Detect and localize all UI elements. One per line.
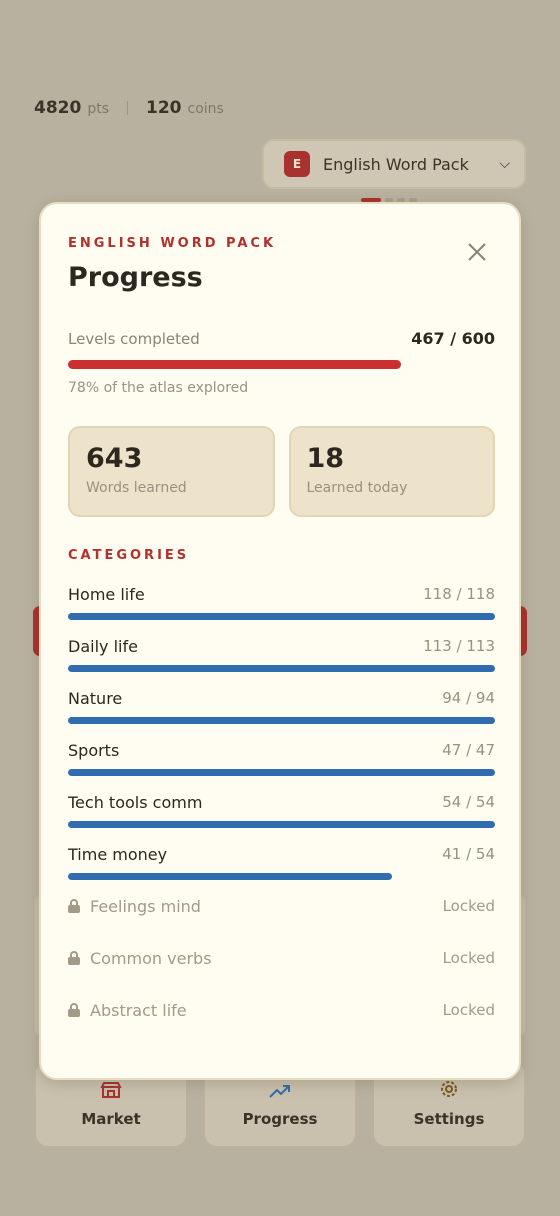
- nav-progress-label: Progress: [242, 1110, 318, 1128]
- stat-cards: 643 Words learned 18 Learned today: [68, 426, 495, 517]
- category-name: Common verbs: [90, 948, 212, 968]
- category-progress-bar: [68, 821, 495, 828]
- points-value: 4820: [34, 98, 82, 118]
- chevron-down-icon: ⌵: [499, 156, 510, 172]
- levels-completed-label: Levels completed: [68, 329, 200, 348]
- stats-divider: [127, 101, 128, 115]
- levels-completed-row: Levels completed 467 / 600: [68, 329, 495, 348]
- nav-market-label: Market: [81, 1110, 141, 1128]
- overall-progress-bar: [68, 360, 495, 369]
- close-button[interactable]: [461, 236, 493, 268]
- lock-icon: [68, 1002, 80, 1017]
- category-progress-bar: [68, 665, 495, 672]
- words-learned-value: 643: [86, 443, 143, 474]
- category-item[interactable]: Tech tools comm 54 / 54: [68, 790, 495, 842]
- category-progress-fill: [68, 717, 495, 724]
- category-count: 54 / 54: [442, 793, 495, 811]
- learned-today-card: 18 Learned today: [288, 426, 495, 517]
- gear-icon: [439, 1079, 459, 1104]
- category-count: Locked: [442, 897, 495, 915]
- levels-completed-value: 467 / 600: [411, 329, 495, 348]
- category-progress-fill: [68, 769, 495, 776]
- category-progress-bar: [68, 769, 495, 776]
- category-count: 118 / 118: [423, 585, 495, 603]
- lock-icon: [68, 950, 80, 965]
- category-name: Tech tools comm: [68, 792, 203, 812]
- category-name: Time money: [68, 844, 168, 864]
- category-name: Daily life: [68, 636, 138, 656]
- pack-selector[interactable]: E English Word Pack ⌵: [262, 139, 526, 189]
- category-count: 47 / 47: [442, 741, 495, 759]
- score-bar: 4820 pts 120 coins: [34, 98, 224, 118]
- nav-settings-label: Settings: [413, 1110, 485, 1128]
- category-item-locked: Abstract life Locked: [68, 998, 495, 1050]
- categories-heading: CATEGORIES: [68, 548, 190, 563]
- progress-modal: ENGLISH WORD PACK Progress Levels comple…: [39, 202, 521, 1080]
- trending-up-icon: [268, 1083, 292, 1104]
- modal-title: Progress: [68, 262, 203, 293]
- category-count: 113 / 113: [423, 637, 495, 655]
- category-count: 41 / 54: [442, 845, 495, 863]
- pack-badge: E: [284, 151, 310, 177]
- category-count: Locked: [442, 949, 495, 967]
- category-item[interactable]: Time money 41 / 54: [68, 842, 495, 894]
- category-count: 94 / 94: [442, 689, 495, 707]
- learned-today-label: Learned today: [306, 479, 408, 496]
- category-item-locked: Common verbs Locked: [68, 946, 495, 998]
- pack-selector-label: English Word Pack: [323, 154, 469, 174]
- category-item[interactable]: Nature 94 / 94: [68, 686, 495, 738]
- coins-unit: coins: [187, 101, 224, 117]
- category-item[interactable]: Daily life 113 / 113: [68, 634, 495, 686]
- learned-today-value: 18: [306, 443, 345, 474]
- words-learned-card: 643 Words learned: [68, 426, 275, 517]
- category-item[interactable]: Sports 47 / 47: [68, 738, 495, 790]
- category-progress-bar: [68, 873, 495, 880]
- store-icon: [100, 1081, 122, 1104]
- category-progress-fill: [68, 873, 393, 880]
- lock-icon: [68, 898, 80, 913]
- category-name: Home life: [68, 584, 145, 604]
- category-name: Feelings mind: [90, 896, 201, 916]
- points-unit: pts: [87, 101, 109, 117]
- overall-progress-fill: [68, 360, 402, 369]
- category-progress-fill: [68, 665, 495, 672]
- overall-progress-caption: 78% of the atlas explored: [68, 380, 249, 396]
- close-icon: [468, 243, 486, 261]
- coins-value: 120: [146, 98, 182, 118]
- category-progress-bar: [68, 613, 495, 620]
- words-learned-label: Words learned: [86, 479, 187, 496]
- category-name: Abstract life: [90, 1000, 187, 1020]
- modal-eyebrow: ENGLISH WORD PACK: [68, 236, 277, 251]
- category-name: Sports: [68, 740, 120, 760]
- category-progress-fill: [68, 821, 495, 828]
- category-item[interactable]: Home life 118 / 118: [68, 582, 495, 634]
- category-name: Nature: [68, 688, 123, 708]
- category-progress-fill: [68, 613, 495, 620]
- category-item-locked: Feelings mind Locked: [68, 894, 495, 946]
- category-count: Locked: [442, 1001, 495, 1019]
- category-list: Home life 118 / 118 Daily life 113 / 113 N…: [68, 582, 495, 1050]
- category-progress-bar: [68, 717, 495, 724]
